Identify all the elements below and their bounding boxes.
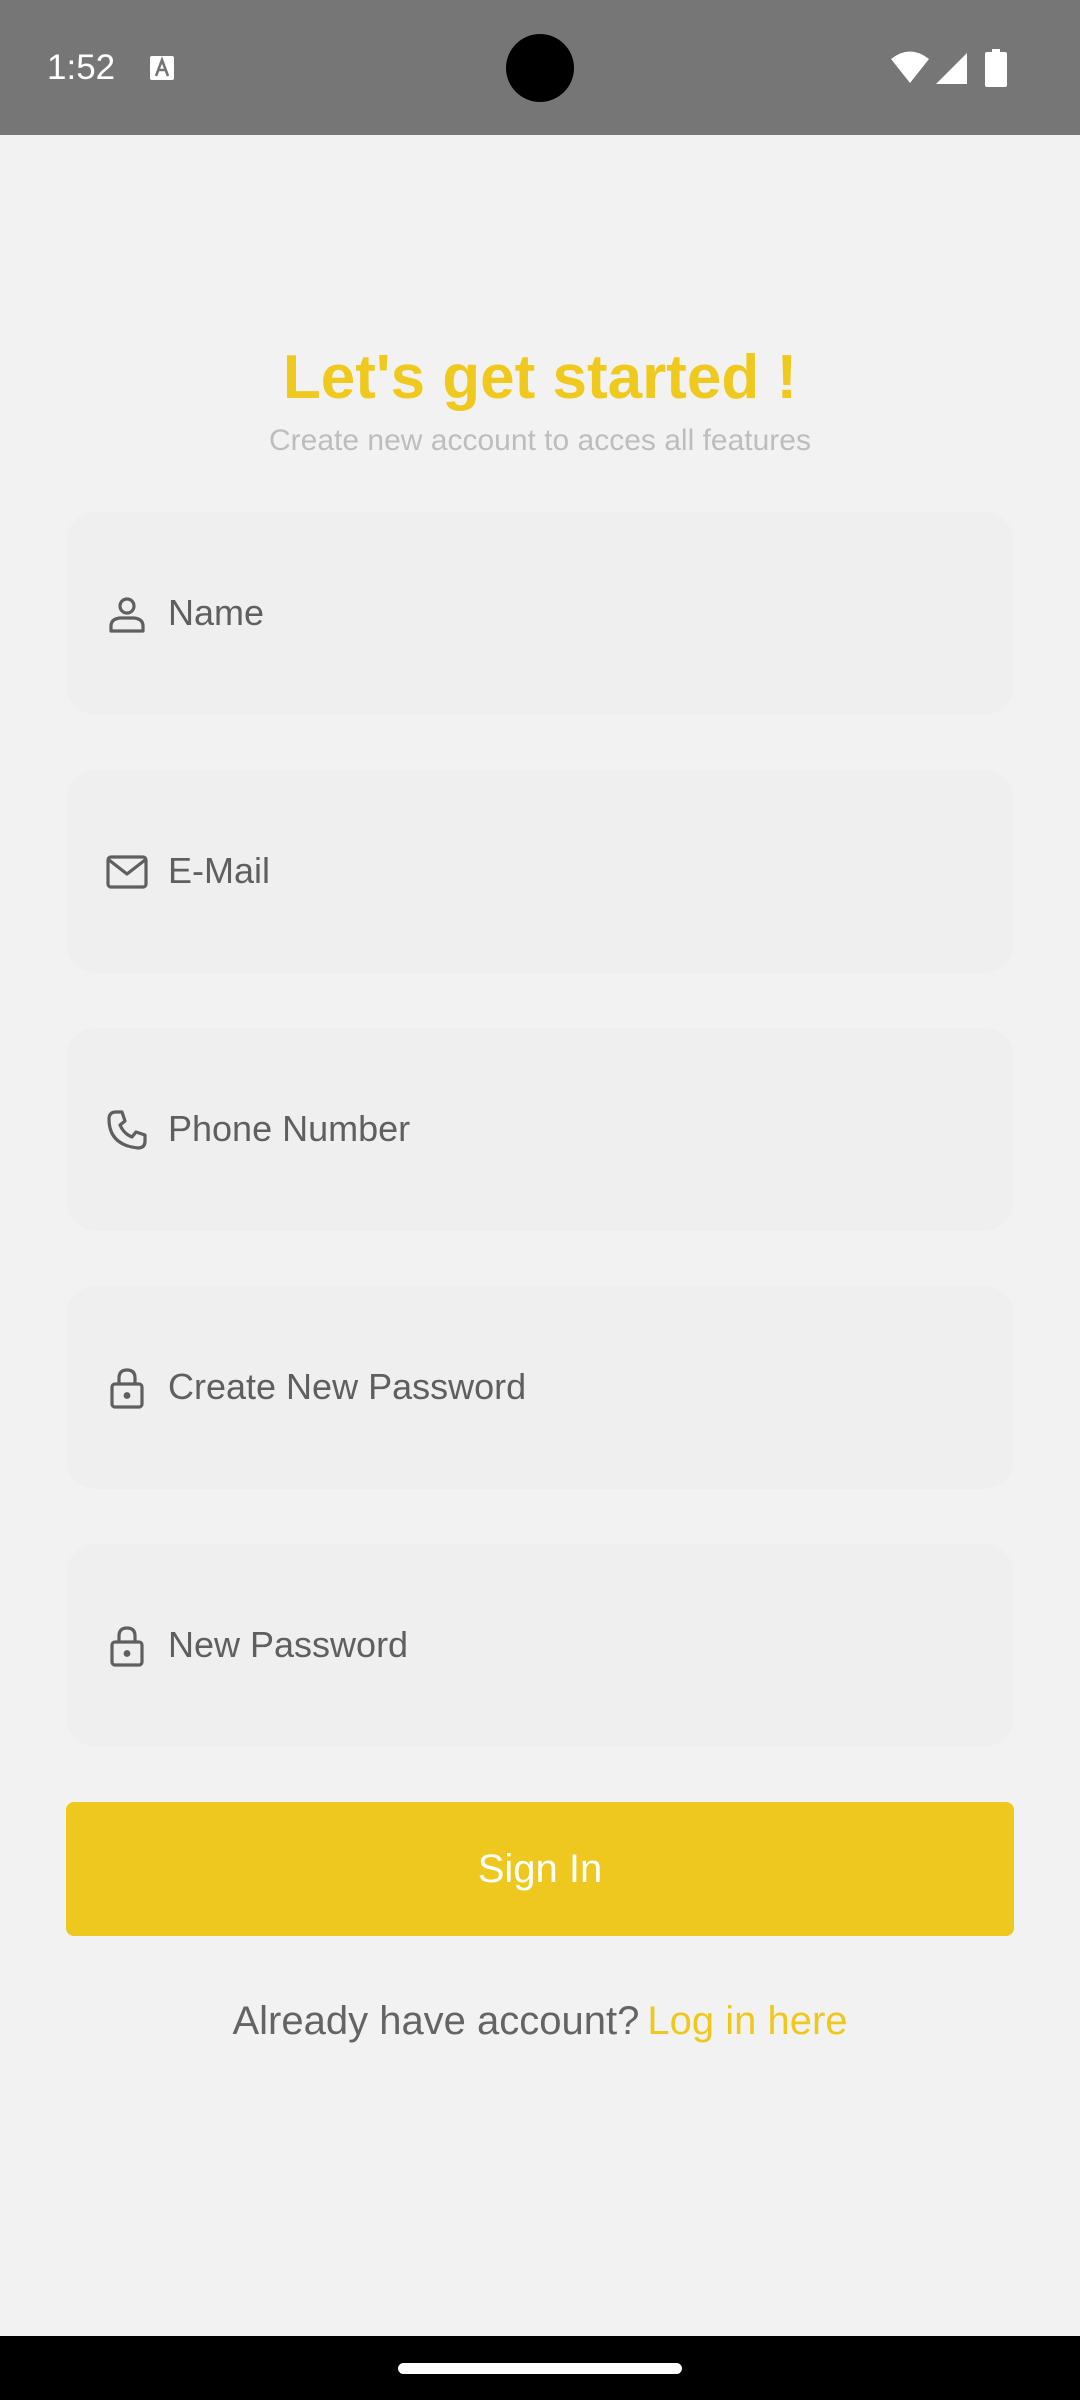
page-subtitle: Create new account to acces all features	[269, 424, 811, 457]
login-prompt-text: Already have account?	[232, 1999, 640, 2043]
name-field[interactable]	[66, 512, 1014, 715]
email-field[interactable]	[66, 770, 1014, 973]
sign-in-button[interactable]: Sign In	[66, 1802, 1014, 1936]
page-title: Let's get started !	[282, 343, 798, 412]
login-prompt-row: Already have account? Log in here	[0, 1994, 1080, 2048]
battery-icon	[985, 49, 1007, 87]
phone-icon	[107, 1110, 147, 1150]
login-link[interactable]: Log in here	[647, 1999, 847, 2043]
new-password-field[interactable]	[66, 1544, 1014, 1747]
mail-icon	[106, 855, 148, 889]
create-new-password-field[interactable]	[66, 1286, 1014, 1489]
cellular-signal-icon	[936, 53, 967, 84]
phone-number-field[interactable]	[66, 1028, 1014, 1231]
status-bar: 1:52	[0, 0, 1080, 135]
status-time: 1:52	[47, 48, 116, 87]
create-new-password-input[interactable]	[168, 1356, 988, 1418]
wifi-icon	[891, 51, 929, 83]
lock-icon	[110, 1368, 144, 1409]
phone-number-input[interactable]	[168, 1098, 988, 1160]
home-indicator[interactable]	[398, 2363, 682, 2374]
camera-cutout	[506, 34, 574, 102]
lock-icon	[110, 1626, 144, 1667]
text-a-icon	[150, 56, 174, 80]
name-input[interactable]	[168, 582, 988, 644]
email-input[interactable]	[168, 840, 988, 902]
new-password-input[interactable]	[168, 1614, 988, 1676]
person-icon	[109, 597, 145, 633]
